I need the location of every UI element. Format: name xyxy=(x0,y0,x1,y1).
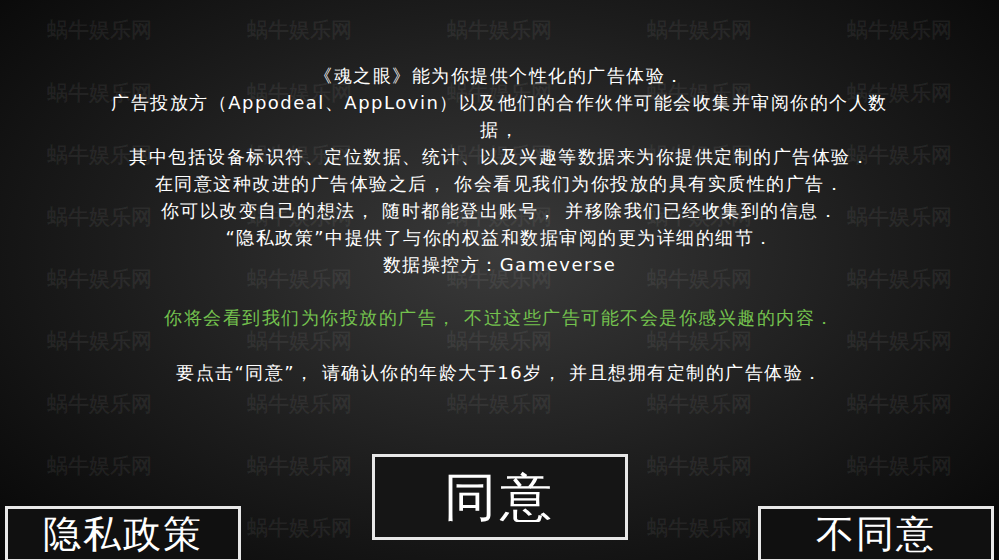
disagree-button[interactable]: 不同意 xyxy=(758,506,994,560)
watermark-text: 蜗牛娱乐网 xyxy=(0,0,200,62)
watermark-text: 蜗牛娱乐网 xyxy=(799,373,999,435)
button-label: 不同意 xyxy=(816,509,936,559)
watermark-text: 蜗牛娱乐网 xyxy=(200,249,400,311)
watermark-text: 蜗牛娱乐网 xyxy=(400,0,600,62)
notice-line: 广告投放方（Appodeal、AppLovin）以及他们的合作伙伴可能会收集并审… xyxy=(111,89,888,116)
watermark-text: 蜗牛娱乐网 xyxy=(0,249,200,311)
button-label: 同意 xyxy=(444,458,556,536)
notice-line: 在同意这种改进的广告体验之后， 你会看见我们为你投放的具有实质性的广告． xyxy=(155,170,845,197)
privacy-policy-button[interactable]: 隐私政策 xyxy=(5,506,241,560)
notice-line: “隐私政策”中提供了与你的权益和数据审阅的更为详细的细节． xyxy=(225,224,773,251)
watermark-text: 蜗牛娱乐网 xyxy=(599,249,799,311)
notice-line: 据， xyxy=(480,116,519,143)
notice-line: 数据操控方：Gameverse xyxy=(383,251,617,278)
watermark-text: 蜗牛娱乐网 xyxy=(799,0,999,62)
notice-line: 《魂之眼》能为你提供个性化的广告体验． xyxy=(314,62,685,89)
watermark-text: 蜗牛娱乐网 xyxy=(799,249,999,311)
watermark-text: 蜗牛娱乐网 xyxy=(0,436,200,498)
watermark-text: 蜗牛娱乐网 xyxy=(200,0,400,62)
ad-notice-highlight: 你将会看到我们为你投放的广告， 不过这些广告可能不会是你感兴趣的内容． xyxy=(164,304,834,331)
consent-screen: 蜗牛娱乐网蜗牛娱乐网蜗牛娱乐网蜗牛娱乐网蜗牛娱乐网蜗牛娱乐网蜗牛娱乐网蜗牛娱乐网… xyxy=(0,0,999,560)
watermark-text: 蜗牛娱乐网 xyxy=(599,0,799,62)
notice-line: 你可以改变自己的想法， 随时都能登出账号， 并移除我们已经收集到的信息． xyxy=(161,197,838,224)
consent-notice: 《魂之眼》能为你提供个性化的广告体验．广告投放方（Appodeal、AppLov… xyxy=(0,0,999,386)
notice-line: 其中包括设备标识符、定位数据、统计、以及兴趣等数据来为你提供定制的广告体验． xyxy=(129,143,870,170)
button-label: 隐私政策 xyxy=(43,509,203,559)
age-note: 要点击“同意”， 请确认你的年龄大于16岁， 并且想拥有定制的广告体验． xyxy=(176,359,823,386)
watermark-text: 蜗牛娱乐网 xyxy=(200,436,400,498)
watermark-text: 蜗牛娱乐网 xyxy=(0,373,200,435)
watermark-text: 蜗牛娱乐网 xyxy=(799,436,999,498)
watermark-text: 蜗牛娱乐网 xyxy=(599,436,799,498)
agree-button[interactable]: 同意 xyxy=(372,454,628,540)
